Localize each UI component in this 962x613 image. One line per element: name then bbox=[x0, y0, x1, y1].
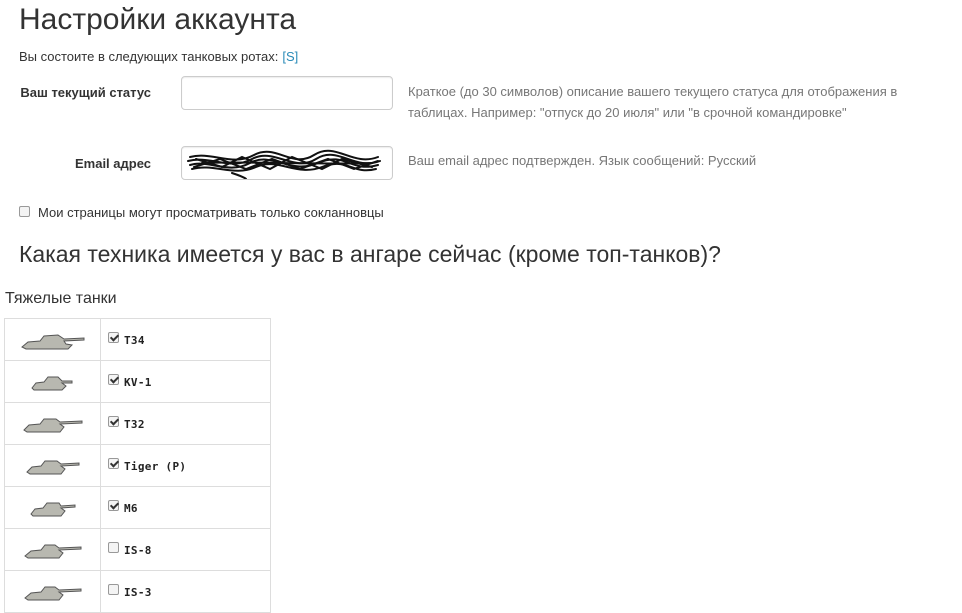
tank-checkbox[interactable] bbox=[108, 583, 119, 595]
tank-checkbox[interactable] bbox=[108, 541, 119, 553]
redacted-scribble bbox=[187, 149, 381, 180]
tank-checkbox[interactable] bbox=[108, 457, 119, 469]
tank-checkbox[interactable] bbox=[108, 415, 119, 427]
table-row: IS-8 bbox=[4, 528, 271, 571]
tank-option[interactable]: IS-3 bbox=[100, 570, 271, 613]
status-label: Ваш текущий статус bbox=[20, 85, 151, 100]
tank-name: IS-3 bbox=[124, 585, 152, 599]
tank-name: T34 bbox=[124, 333, 145, 347]
table-row: IS-3 bbox=[4, 570, 271, 613]
table-row: KV-1 bbox=[4, 360, 271, 403]
tank-option[interactable]: Tiger (P) bbox=[100, 444, 271, 487]
tank-checkbox[interactable] bbox=[108, 373, 119, 385]
table-row: Tiger (P) bbox=[4, 444, 271, 487]
tank-icon bbox=[4, 570, 101, 613]
companies-text: Вы состоите в следующих танковых ротах: bbox=[19, 49, 279, 64]
tank-option[interactable]: T32 bbox=[100, 402, 271, 445]
email-help: Ваш email адрес подтвержден. Язык сообще… bbox=[408, 153, 757, 168]
tank-icon bbox=[4, 486, 101, 529]
email-label: Email адрес bbox=[74, 156, 151, 171]
companies-line: Вы состоите в следующих танковых ротах:[… bbox=[19, 48, 298, 66]
table-row: T34 bbox=[4, 318, 271, 361]
tank-name: T32 bbox=[124, 417, 145, 431]
status-input[interactable] bbox=[181, 76, 393, 110]
company-link[interactable]: [S] bbox=[282, 49, 298, 64]
email-field[interactable] bbox=[181, 146, 393, 180]
page-title: Настройки аккаунта bbox=[19, 3, 297, 36]
tank-icon bbox=[4, 360, 101, 403]
privacy-option[interactable]: Мои страницы могут просматривать только … bbox=[19, 203, 384, 223]
privacy-checkbox[interactable] bbox=[19, 206, 30, 218]
tank-name: Tiger (P) bbox=[124, 459, 187, 473]
tank-checkbox[interactable] bbox=[108, 499, 119, 511]
tank-option[interactable]: IS-8 bbox=[100, 528, 271, 571]
table-row: M6 bbox=[4, 486, 271, 529]
tank-name: M6 bbox=[124, 501, 138, 515]
status-help: Краткое (до 30 символов) описание вашего… bbox=[408, 84, 898, 120]
tank-option[interactable]: M6 bbox=[100, 486, 271, 529]
tank-checkbox[interactable] bbox=[108, 331, 119, 343]
table-row: T32 bbox=[4, 402, 271, 445]
tank-icon bbox=[4, 528, 101, 571]
tank-icon bbox=[4, 318, 101, 361]
privacy-label: Мои страницы могут просматривать только … bbox=[38, 205, 384, 220]
tank-name: IS-8 bbox=[124, 543, 152, 557]
tank-option[interactable]: KV-1 bbox=[100, 360, 271, 403]
tank-icon bbox=[4, 402, 101, 445]
category-title: Тяжелые танки bbox=[5, 290, 117, 307]
tank-option[interactable]: T34 bbox=[100, 318, 271, 361]
hangar-title: Какая техника имеется у вас в ангаре сей… bbox=[19, 241, 721, 267]
tank-icon bbox=[4, 444, 101, 487]
tank-name: KV-1 bbox=[124, 375, 152, 389]
tank-table: T34 KV-1 T32 Tiger (P) M6 IS-8 IS-3 bbox=[4, 318, 271, 613]
